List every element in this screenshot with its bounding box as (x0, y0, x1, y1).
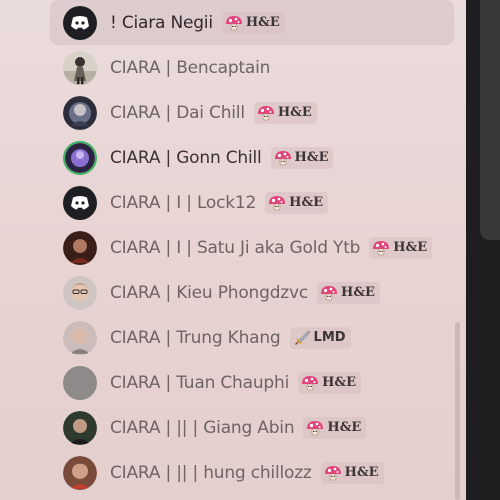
discord-logo-avatar[interactable] (63, 185, 97, 220)
badge-label: H&E (344, 465, 379, 480)
member-row[interactable]: CIARA | Tuan Chauphi H&E (50, 360, 454, 405)
role-badge[interactable]: H&E (320, 461, 384, 484)
role-badge[interactable]: H&E (298, 371, 362, 394)
role-badge[interactable]: H&E (265, 191, 329, 214)
photo-avatar[interactable] (63, 275, 97, 310)
mushroom-icon (268, 195, 286, 211)
scrollbar-thumb[interactable] (455, 322, 460, 500)
default-gray-avatar[interactable] (63, 365, 97, 400)
photo-avatar[interactable] (63, 50, 97, 85)
discord-logo-icon (71, 15, 89, 29)
member-row[interactable]: CIARA | Gonn Chill H&E (50, 135, 454, 180)
role-badge[interactable]: H&E (369, 236, 433, 259)
member-row[interactable]: CIARA | Dai Chill H&E (50, 90, 454, 135)
photo-avatar[interactable] (63, 410, 97, 445)
member-name: CIARA | Trung Khang (110, 327, 281, 348)
mushroom-icon (225, 15, 243, 31)
member-name: CIARA | I | Lock12 (110, 192, 257, 213)
mushroom-icon (320, 285, 338, 301)
member-name: CIARA | Kieu Phongdzvc (110, 282, 309, 303)
mushroom-icon (301, 375, 319, 391)
role-badge[interactable]: H&E (253, 101, 317, 124)
member-name: ! Ciara Negii (110, 12, 213, 33)
member-row[interactable]: CIARA | Bencaptain (50, 45, 454, 90)
badge-label: H&E (322, 375, 357, 390)
mushroom-icon (324, 465, 342, 481)
badge-label: H&E (341, 285, 375, 300)
member-row[interactable]: CIARA | I | Satu Ji aka Gold Ytb H&E (50, 225, 454, 270)
role-badge[interactable]: LMD (289, 326, 351, 349)
member-name: CIARA | Dai Chill (110, 102, 245, 123)
right-panel-edge (480, 0, 500, 240)
mushroom-icon (372, 240, 390, 256)
sword-icon (293, 330, 311, 346)
member-name: CIARA | || | hung chillozz (110, 462, 312, 483)
member-row[interactable]: CIARA | Kieu Phongdzvc H&E (50, 270, 454, 315)
badge-label: H&E (393, 240, 428, 255)
member-row[interactable]: ! Ciara Negii H&E (50, 0, 454, 45)
member-row[interactable]: CIARA | Trung Khang LMD (50, 315, 454, 360)
role-badge[interactable]: H&E (221, 11, 285, 34)
discord-logo-icon (71, 195, 89, 209)
member-list: ! Ciara Negii H&E CIARA | Bencaptain CIA… (50, 0, 454, 495)
role-badge[interactable]: H&E (270, 146, 334, 169)
mushroom-icon (274, 150, 292, 166)
photo-avatar[interactable] (63, 455, 97, 490)
member-name: CIARA | Gonn Chill (110, 147, 262, 168)
member-name: CIARA | || | Giang Abin (110, 417, 295, 438)
discord-logo-avatar[interactable] (63, 5, 97, 40)
badge-label: H&E (277, 105, 312, 120)
photo-avatar[interactable] (63, 320, 97, 355)
badge-label: H&E (327, 420, 362, 435)
badge-label: H&E (245, 15, 280, 30)
member-name: CIARA | I | Satu Ji aka Gold Ytb (110, 237, 361, 258)
member-row[interactable]: CIARA | || | hung chillozz H&E (50, 450, 454, 495)
badge-label: H&E (289, 195, 324, 210)
role-badge[interactable]: H&E (303, 416, 367, 439)
badge-label: LMD (313, 330, 346, 345)
member-name: CIARA | Tuan Chauphi (110, 372, 290, 393)
photo-avatar[interactable] (63, 95, 97, 130)
mushroom-icon (257, 105, 275, 121)
photo-avatar[interactable] (63, 230, 97, 265)
member-row[interactable]: CIARA | || | Giang Abin H&E (50, 405, 454, 450)
member-row[interactable]: CIARA | I | Lock12 H&E (50, 180, 454, 225)
member-name: CIARA | Bencaptain (110, 57, 271, 78)
role-badge[interactable]: H&E (317, 281, 380, 304)
badge-label: H&E (294, 150, 329, 165)
photo-avatar[interactable] (63, 140, 97, 175)
mushroom-icon (306, 420, 324, 436)
